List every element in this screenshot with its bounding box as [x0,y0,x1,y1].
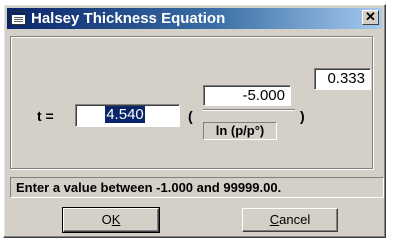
numerator-text: -5.000 [242,87,285,104]
t-value-field[interactable]: 4.540 [75,104,180,127]
t-label: t = [37,108,54,124]
cancel-label-post: ancel [279,212,311,227]
close-icon: ✕ [365,9,376,24]
open-paren: ( [188,108,193,124]
close-paren: ) [300,108,305,124]
ok-button[interactable]: OK [62,207,160,233]
cancel-mnemonic: C [269,212,280,227]
fraction-line [203,109,295,111]
t-value-text: 4.540 [105,106,145,123]
exponent-field[interactable]: 0.333 [314,68,371,90]
exponent-text: 0.333 [327,70,365,87]
ok-mnemonic: K [111,212,121,227]
window-icon[interactable] [11,11,26,25]
title-bar[interactable]: Halsey Thickness Equation ✕ [7,8,382,29]
window-title: Halsey Thickness Equation [31,10,226,27]
equation-group [10,36,373,169]
close-button[interactable]: ✕ [362,10,379,25]
cancel-button[interactable]: Cancel [242,208,338,232]
numerator-field[interactable]: -5.000 [203,85,291,106]
status-message: Enter a value between -1.000 and 99999.0… [10,177,384,198]
ok-label-pre: O [101,212,112,227]
denominator-label: ln (p/p°) [203,122,277,140]
